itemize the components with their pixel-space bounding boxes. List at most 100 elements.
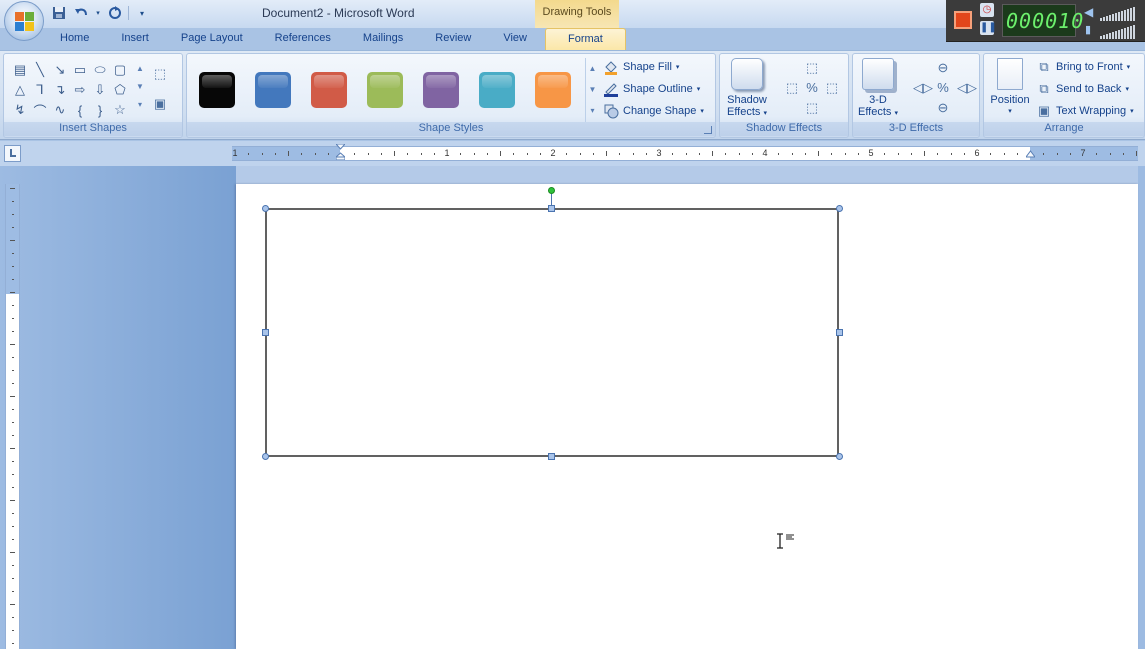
right-brace-shape-icon[interactable]: }: [90, 100, 110, 120]
recorder-controls: ◷ ❚❚: [980, 3, 997, 39]
resize-handle-top-left[interactable]: [262, 205, 269, 212]
tab-home[interactable]: Home: [44, 28, 105, 50]
ruler-tick: [910, 153, 912, 155]
edit-shape-icon[interactable]: ⬚: [152, 66, 168, 82]
star-shape-icon[interactable]: ☆: [110, 100, 130, 120]
ruler-tick: [685, 153, 687, 155]
horizontal-ruler[interactable]: 1 1 2 3 4 5 6 7: [232, 144, 1138, 163]
tab-mailings[interactable]: Mailings: [347, 28, 419, 50]
tab-view[interactable]: View: [487, 28, 543, 50]
send-to-back-icon: ⧉: [1039, 81, 1049, 96]
style-swatch-green[interactable]: [367, 72, 403, 108]
rounded-rectangle-shape-icon[interactable]: ▢: [110, 60, 130, 80]
style-swatch-red[interactable]: [311, 72, 347, 108]
shadow-effects-button[interactable]: Shadow Effects ▾: [724, 58, 770, 120]
tilt-left-icon[interactable]: ◁▷: [913, 80, 933, 96]
position-button[interactable]: Position ▾: [986, 58, 1034, 118]
text-box-icon[interactable]: ▣: [152, 96, 168, 112]
dropdown-icon: ▾: [1125, 86, 1129, 93]
tab-page-layout[interactable]: Page Layout: [165, 28, 259, 50]
ruler-tick: [751, 153, 753, 155]
tilt-up-icon[interactable]: ⊖: [935, 60, 951, 76]
curve-shape-icon[interactable]: ∿: [50, 100, 70, 120]
text-box-shape-icon[interactable]: ▤: [10, 60, 30, 80]
tab-review[interactable]: Review: [419, 28, 487, 50]
down-arrow-shape-icon[interactable]: ⇩: [90, 80, 110, 100]
resize-handle-bottom[interactable]: [548, 453, 555, 460]
toggle-shadow-icon[interactable]: %: [804, 80, 820, 96]
style-swatch-blue[interactable]: [255, 72, 291, 108]
nudge-shadow-right-icon[interactable]: ⬚: [824, 80, 840, 96]
resize-handle-top-right[interactable]: [836, 205, 843, 212]
timer-icon[interactable]: ◷: [980, 3, 994, 17]
three-d-effects-button[interactable]: 3-D Effects ▾: [855, 58, 901, 120]
tab-selector-icon[interactable]: [4, 145, 21, 162]
style-swatch-black[interactable]: [199, 72, 235, 108]
resize-handle-bottom-right[interactable]: [836, 453, 843, 460]
tilt-right-icon[interactable]: ◁▷: [957, 80, 977, 96]
change-shape-button[interactable]: Change Shape ▾: [603, 101, 704, 121]
pause-icon[interactable]: ❚❚: [980, 21, 997, 35]
toggle-three-d-icon[interactable]: %: [935, 80, 951, 96]
more-shapes-icon[interactable]: ▾: [134, 96, 146, 114]
send-to-back-button[interactable]: ⧉ Send to Back ▾: [1036, 79, 1129, 99]
left-brace-shape-icon[interactable]: {: [70, 100, 90, 120]
document-page[interactable]: [236, 184, 1138, 649]
ruler-tick: [261, 153, 263, 155]
elbow-arrow-connector-icon[interactable]: ↴: [50, 80, 70, 100]
ruler-tick: [1122, 153, 1124, 155]
style-swatch-purple[interactable]: [423, 72, 459, 108]
dropdown-icon: ▾: [700, 108, 704, 115]
redo-icon[interactable]: [106, 4, 124, 22]
more-styles-icon[interactable]: ▾: [586, 100, 599, 121]
resize-handle-right[interactable]: [836, 329, 843, 336]
tilt-down-icon[interactable]: ⊖: [935, 100, 951, 116]
resize-handle-top[interactable]: [548, 205, 555, 212]
record-stop-button[interactable]: [954, 11, 972, 29]
scroll-down-icon[interactable]: ▼: [134, 78, 146, 96]
right-indent-marker[interactable]: [1026, 147, 1035, 163]
ruler-number: 4: [762, 148, 768, 158]
arc-shape-icon[interactable]: ⌒: [30, 100, 50, 120]
left-indent-marker[interactable]: [336, 144, 345, 160]
tab-format[interactable]: Format: [545, 28, 626, 50]
scroll-down-icon[interactable]: ▼: [586, 79, 599, 100]
bring-to-front-button[interactable]: ⧉ Bring to Front ▾: [1036, 57, 1130, 77]
oval-shape-icon[interactable]: ⬭: [90, 60, 110, 80]
rectangle-shape[interactable]: [265, 208, 839, 457]
office-button[interactable]: [4, 1, 44, 41]
undo-dropdown-icon[interactable]: ▾: [94, 4, 102, 22]
rotation-handle[interactable]: [548, 187, 555, 194]
elbow-connector-icon[interactable]: ⅂: [30, 80, 50, 100]
shape-outline-button[interactable]: Shape Outline ▾: [603, 79, 700, 99]
triangle-shape-icon[interactable]: △: [10, 80, 30, 100]
customize-qat-icon[interactable]: ▾: [133, 4, 151, 22]
arrow-line-shape-icon[interactable]: ↘: [50, 60, 70, 80]
resize-handle-bottom-left[interactable]: [262, 453, 269, 460]
pentagon-shape-icon[interactable]: ⬠: [110, 80, 130, 100]
shape-fill-button[interactable]: Shape Fill ▾: [603, 57, 679, 77]
save-icon[interactable]: [50, 4, 68, 22]
nudge-shadow-left-icon[interactable]: ⬚: [784, 80, 800, 96]
nudge-shadow-up-icon[interactable]: ⬚: [804, 60, 820, 76]
ruler-tick: [1136, 151, 1137, 156]
lightning-shape-icon[interactable]: ↯: [10, 100, 30, 120]
right-arrow-shape-icon[interactable]: ⇨: [70, 80, 90, 100]
tab-insert[interactable]: Insert: [105, 28, 165, 50]
rectangle-shape-icon[interactable]: ▭: [70, 60, 90, 80]
nudge-shadow-down-icon[interactable]: ⬚: [804, 100, 820, 116]
tab-references[interactable]: References: [259, 28, 347, 50]
vertical-ruler-tick: [12, 487, 14, 488]
scroll-up-icon[interactable]: ▲: [134, 60, 146, 78]
text-wrapping-button[interactable]: ▣ Text Wrapping ▾: [1036, 101, 1134, 121]
style-swatch-aqua[interactable]: [479, 72, 515, 108]
window-title: Document2 - Microsoft Word: [262, 6, 415, 20]
resize-handle-left[interactable]: [262, 329, 269, 336]
dialog-launcher-icon[interactable]: [704, 126, 712, 134]
vertical-ruler-tick: [12, 357, 14, 358]
undo-icon[interactable]: [72, 4, 90, 22]
scroll-up-icon[interactable]: ▲: [586, 58, 599, 79]
line-shape-icon[interactable]: ╲: [30, 60, 50, 80]
style-swatch-orange[interactable]: [535, 72, 571, 108]
vertical-ruler[interactable]: [5, 184, 20, 649]
